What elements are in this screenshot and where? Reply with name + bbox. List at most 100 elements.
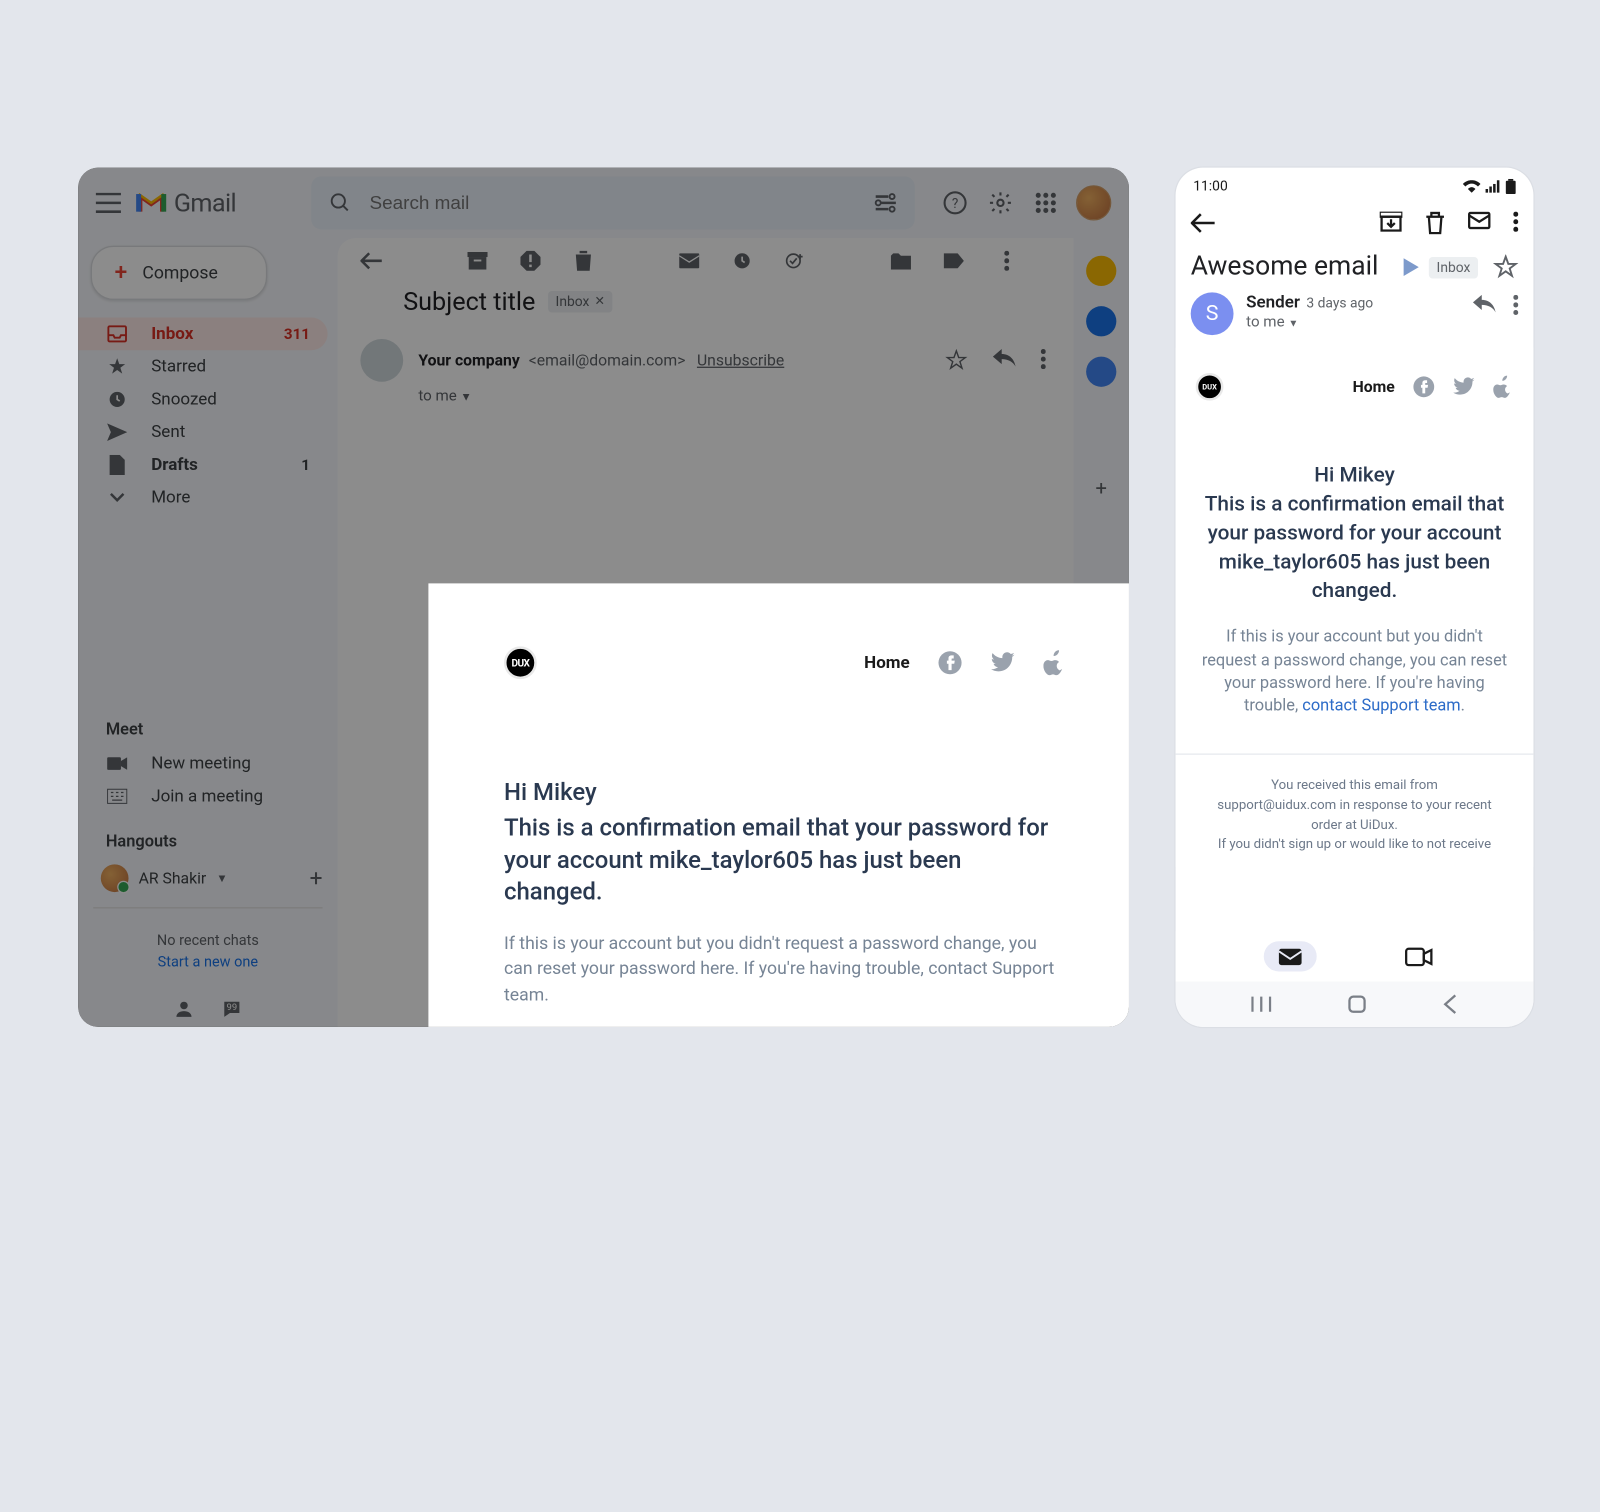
rail-app-tasks[interactable] — [1086, 306, 1116, 336]
back-icon[interactable] — [360, 252, 383, 270]
mail-icon[interactable] — [1468, 212, 1491, 235]
moveto-icon[interactable] — [890, 253, 913, 269]
nav-mail-icon[interactable] — [1264, 941, 1317, 971]
chevron-down-icon: ▼ — [461, 392, 472, 405]
delete-icon[interactable] — [1425, 212, 1445, 235]
menu-icon[interactable] — [96, 193, 121, 213]
sidebar-label: More — [151, 488, 190, 508]
desktop-sidebar: + Compose Inbox 311 Starred Snoozed — [78, 238, 338, 1027]
wifi-icon — [1463, 180, 1481, 193]
more-icon[interactable] — [995, 251, 1018, 271]
apple-icon[interactable] — [1043, 650, 1066, 675]
home-link[interactable]: Home — [1353, 377, 1395, 396]
sidebar-item-inbox[interactable]: Inbox 311 — [78, 318, 327, 351]
delete-icon[interactable] — [572, 251, 595, 271]
help-icon[interactable]: ? — [940, 190, 970, 215]
unread-icon[interactable] — [678, 253, 701, 268]
confirmation-text: This is a confirmation email that your p… — [504, 811, 1066, 908]
home-icon[interactable] — [1347, 994, 1367, 1014]
plus-icon: + — [115, 260, 128, 286]
recents-icon[interactable] — [1251, 995, 1271, 1013]
twitter-icon[interactable] — [990, 651, 1015, 674]
archive-icon[interactable] — [466, 252, 489, 270]
to-me[interactable]: to me ▼ — [338, 387, 1074, 415]
note-text: If this is your account but you didn't r… — [504, 931, 1066, 1008]
profile-avatar[interactable] — [1076, 185, 1111, 220]
drafts-count: 1 — [301, 456, 310, 474]
status-bar: 11:00 — [1176, 168, 1534, 200]
spam-icon[interactable] — [519, 251, 542, 271]
sidebar-item-new-meeting[interactable]: New meeting — [78, 747, 327, 780]
addtask-icon[interactable] — [784, 251, 807, 271]
search-icon — [329, 192, 352, 215]
reply-icon[interactable] — [1473, 295, 1496, 315]
svg-text:99: 99 — [227, 1002, 238, 1013]
sidebar-item-sent[interactable]: Sent — [78, 416, 327, 449]
apple-icon[interactable] — [1493, 375, 1513, 398]
compose-button[interactable]: + Compose — [91, 246, 267, 300]
to-me[interactable]: to me ▼ — [1246, 312, 1460, 330]
add-icon[interactable]: + — [310, 865, 323, 891]
hangouts-avatar — [101, 864, 129, 892]
start-new-chat-link[interactable]: Start a new one — [78, 953, 338, 971]
label-icon[interactable] — [942, 253, 965, 268]
status-time: 11:00 — [1193, 178, 1228, 194]
facebook-icon[interactable] — [1412, 375, 1435, 398]
sidebar-item-more[interactable]: More — [78, 481, 327, 514]
divider — [1176, 754, 1534, 755]
search-bar[interactable] — [312, 176, 915, 229]
twitter-icon[interactable] — [1453, 377, 1476, 397]
person-icon[interactable] — [173, 998, 196, 1021]
more-icon[interactable] — [1513, 212, 1518, 235]
rail-app-keep[interactable] — [1086, 256, 1116, 286]
star-icon[interactable] — [1493, 255, 1518, 280]
inbox-chip[interactable]: Inbox — [1429, 256, 1478, 277]
snooze-icon[interactable] — [731, 251, 754, 271]
subject-text: Subject title — [403, 286, 535, 316]
clock-icon — [106, 389, 129, 409]
back-icon[interactable] — [1191, 213, 1216, 233]
sidebar-item-snoozed[interactable]: Snoozed — [78, 383, 327, 416]
unsubscribe-link[interactable]: Unsubscribe — [697, 351, 784, 370]
sidebar-item-join-meeting[interactable]: Join a meeting — [78, 780, 327, 813]
rail-app-contacts[interactable] — [1086, 357, 1116, 387]
inbox-count: 311 — [284, 325, 310, 343]
support-link[interactable]: contact Support team — [1302, 697, 1460, 716]
more-icon[interactable] — [1041, 349, 1046, 372]
sidebar-item-starred[interactable]: Starred — [78, 350, 327, 383]
star-icon[interactable] — [945, 349, 968, 372]
mail-toolbar — [338, 238, 1074, 283]
sidebar-label: Join a meeting — [151, 786, 263, 806]
chat-icon[interactable]: 99 — [221, 998, 244, 1021]
gear-icon[interactable] — [985, 190, 1015, 215]
footer-line-2: If you didn't sign up or would like to n… — [1196, 835, 1514, 855]
email-content-card: DUX Home Hi Mikey This is a confirmation… — [428, 583, 1129, 1027]
meet-header: Meet — [78, 703, 338, 747]
hangouts-username: AR Shakir — [139, 869, 207, 888]
more-icon[interactable] — [1513, 295, 1518, 315]
mobile-subject-row: Awesome email Inbox — [1176, 247, 1534, 292]
sidebar-item-drafts[interactable]: Drafts 1 — [78, 449, 327, 482]
gmail-logo[interactable]: Gmail — [136, 188, 236, 218]
brand-logo: DUX — [504, 646, 537, 679]
mobile-subject: Awesome email — [1191, 252, 1394, 282]
inbox-icon — [106, 325, 129, 343]
battery-icon — [1506, 178, 1516, 193]
back-icon[interactable] — [1443, 994, 1458, 1014]
sidebar-label: Starred — [151, 357, 206, 377]
rail-add-icon[interactable]: + — [1096, 476, 1107, 500]
hangouts-header: Hangouts — [78, 813, 338, 860]
facebook-icon[interactable] — [937, 650, 962, 675]
nav-meet-icon[interactable] — [1392, 941, 1445, 971]
reply-icon[interactable] — [993, 349, 1016, 372]
hangouts-user[interactable]: AR Shakir ▼ + — [78, 859, 338, 897]
sender-avatar: S — [1191, 292, 1234, 335]
chevron-down-icon: ▼ — [1288, 318, 1298, 329]
inbox-chip[interactable]: Inbox✕ — [548, 290, 613, 311]
home-link[interactable]: Home — [864, 653, 910, 673]
apps-icon[interactable] — [1031, 192, 1061, 215]
search-input[interactable] — [370, 192, 857, 213]
sidebar-label: Inbox — [151, 324, 193, 344]
search-filter-icon[interactable] — [874, 193, 897, 213]
archive-icon[interactable] — [1380, 212, 1403, 235]
